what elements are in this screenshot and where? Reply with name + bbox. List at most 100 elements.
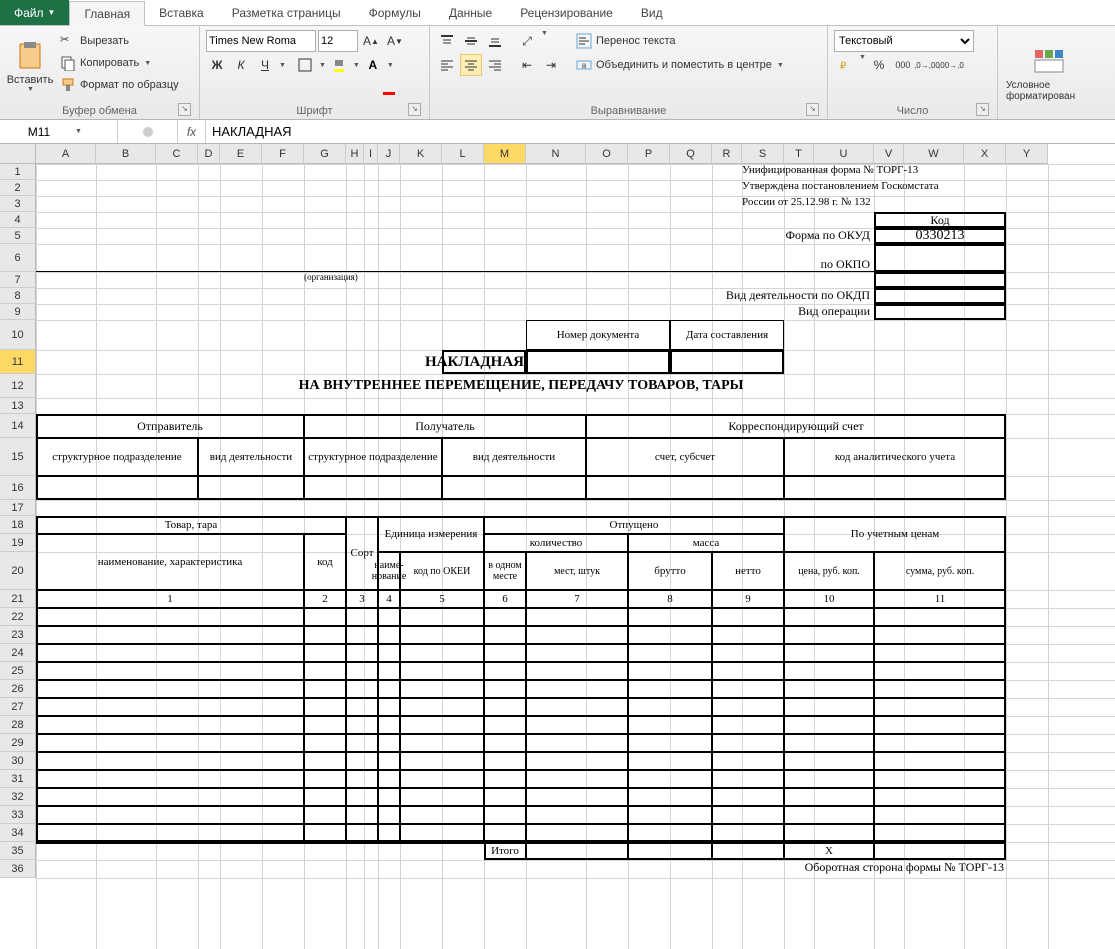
- name-box[interactable]: ▼: [0, 120, 118, 143]
- tab-insert[interactable]: Вставка: [145, 0, 218, 25]
- row-header-26[interactable]: 26: [0, 680, 36, 698]
- column-header-U[interactable]: U: [814, 144, 874, 164]
- row-header-8[interactable]: 8: [0, 288, 36, 304]
- column-header-Y[interactable]: Y: [1006, 144, 1048, 164]
- row-header-11[interactable]: 11: [0, 350, 36, 374]
- tab-page-layout[interactable]: Разметка страницы: [218, 0, 355, 25]
- row-header-22[interactable]: 22: [0, 608, 36, 626]
- column-header-W[interactable]: W: [904, 144, 964, 164]
- row-header-32[interactable]: 32: [0, 788, 36, 806]
- column-header-B[interactable]: B: [96, 144, 156, 164]
- cut-button[interactable]: ✂ Вырезать: [58, 30, 181, 52]
- increase-indent-button[interactable]: ⇥: [540, 54, 562, 76]
- tab-home[interactable]: Главная: [69, 1, 145, 26]
- cells-area[interactable]: Унифицированная форма № ТОРГ-13Утвержден…: [36, 164, 1115, 949]
- wrap-text-button[interactable]: Перенос текста: [574, 30, 786, 52]
- row-header-30[interactable]: 30: [0, 752, 36, 770]
- copy-button[interactable]: Копировать ▼: [58, 52, 181, 74]
- column-header-Q[interactable]: Q: [670, 144, 712, 164]
- row-header-7[interactable]: 7: [0, 272, 36, 288]
- clipboard-dialog-launcher[interactable]: ↘: [178, 103, 191, 116]
- row-header-27[interactable]: 27: [0, 698, 36, 716]
- decrease-indent-button[interactable]: ⇤: [516, 54, 538, 76]
- paste-button[interactable]: Вставить ▼: [6, 30, 54, 103]
- conditional-formatting-button[interactable]: Условное форматирован: [1004, 30, 1094, 117]
- font-color-button[interactable]: A: [362, 54, 384, 76]
- column-header-C[interactable]: C: [156, 144, 198, 164]
- spreadsheet-grid[interactable]: ABCDEFGHIJKLMNOPQRSTUVWXY 12345678910111…: [0, 144, 1115, 949]
- column-header-F[interactable]: F: [262, 144, 304, 164]
- column-header-S[interactable]: S: [742, 144, 784, 164]
- tab-data[interactable]: Данные: [435, 0, 506, 25]
- row-header-34[interactable]: 34: [0, 824, 36, 842]
- insert-function-button[interactable]: fx: [178, 120, 206, 143]
- row-header-33[interactable]: 33: [0, 806, 36, 824]
- row-header-2[interactable]: 2: [0, 180, 36, 196]
- font-size-combo[interactable]: [318, 30, 358, 52]
- column-header-R[interactable]: R: [712, 144, 742, 164]
- row-header-31[interactable]: 31: [0, 770, 36, 788]
- row-header-28[interactable]: 28: [0, 716, 36, 734]
- select-all-corner[interactable]: [0, 144, 36, 164]
- align-right-button[interactable]: [484, 54, 506, 76]
- orientation-button[interactable]: ⤢: [516, 30, 538, 52]
- column-header-G[interactable]: G: [304, 144, 346, 164]
- align-left-button[interactable]: [436, 54, 458, 76]
- merge-center-button[interactable]: a Объединить и поместить в центре ▼: [574, 54, 786, 76]
- alignment-dialog-launcher[interactable]: ↘: [806, 103, 819, 116]
- row-header-21[interactable]: 21: [0, 590, 36, 608]
- format-painter-button[interactable]: Формат по образцу: [58, 74, 181, 96]
- row-header-6[interactable]: 6: [0, 244, 36, 272]
- font-dialog-launcher[interactable]: ↘: [408, 103, 421, 116]
- column-header-O[interactable]: O: [586, 144, 628, 164]
- column-header-K[interactable]: K: [400, 144, 442, 164]
- row-header-16[interactable]: 16: [0, 476, 36, 500]
- number-format-combo[interactable]: Текстовый: [834, 30, 974, 52]
- row-header-9[interactable]: 9: [0, 304, 36, 320]
- decrease-decimal-button[interactable]: ,00→,0: [940, 54, 962, 76]
- bold-button[interactable]: Ж: [206, 54, 228, 76]
- row-header-14[interactable]: 14: [0, 414, 36, 438]
- column-header-T[interactable]: T: [784, 144, 814, 164]
- column-header-E[interactable]: E: [220, 144, 262, 164]
- column-header-V[interactable]: V: [874, 144, 904, 164]
- tab-review[interactable]: Рецензирование: [506, 0, 627, 25]
- borders-button[interactable]: [294, 54, 316, 76]
- row-header-20[interactable]: 20: [0, 552, 36, 590]
- align-center-button[interactable]: [460, 54, 482, 76]
- font-name-combo[interactable]: [206, 30, 316, 52]
- column-header-H[interactable]: H: [346, 144, 364, 164]
- number-dialog-launcher[interactable]: ↘: [976, 103, 989, 116]
- name-box-input[interactable]: [4, 125, 74, 139]
- row-header-13[interactable]: 13: [0, 398, 36, 414]
- row-header-5[interactable]: 5: [0, 228, 36, 244]
- chevron-down-icon[interactable]: ▼: [75, 128, 82, 135]
- row-header-18[interactable]: 18: [0, 516, 36, 534]
- tab-formulas[interactable]: Формулы: [355, 0, 435, 25]
- row-header-12[interactable]: 12: [0, 374, 36, 398]
- row-header-4[interactable]: 4: [0, 212, 36, 228]
- column-header-L[interactable]: L: [442, 144, 484, 164]
- column-header-I[interactable]: I: [364, 144, 378, 164]
- comma-style-button[interactable]: 000: [892, 54, 914, 76]
- italic-button[interactable]: К: [230, 54, 252, 76]
- align-top-button[interactable]: [436, 30, 458, 52]
- row-header-36[interactable]: 36: [0, 860, 36, 878]
- row-header-15[interactable]: 15: [0, 438, 36, 476]
- column-header-N[interactable]: N: [526, 144, 586, 164]
- increase-decimal-button[interactable]: ,0→,00: [916, 54, 938, 76]
- column-header-A[interactable]: A: [36, 144, 96, 164]
- column-header-M[interactable]: M: [484, 144, 526, 164]
- row-header-29[interactable]: 29: [0, 734, 36, 752]
- column-header-P[interactable]: P: [628, 144, 670, 164]
- formula-input[interactable]: [206, 124, 1115, 139]
- increase-font-button[interactable]: A▲: [360, 30, 382, 52]
- fill-color-button[interactable]: [328, 54, 350, 76]
- row-header-23[interactable]: 23: [0, 626, 36, 644]
- row-header-35[interactable]: 35: [0, 842, 36, 860]
- file-tab[interactable]: Файл ▼: [0, 0, 69, 25]
- row-header-17[interactable]: 17: [0, 500, 36, 516]
- percent-button[interactable]: %: [868, 54, 890, 76]
- column-header-J[interactable]: J: [378, 144, 400, 164]
- row-header-10[interactable]: 10: [0, 320, 36, 350]
